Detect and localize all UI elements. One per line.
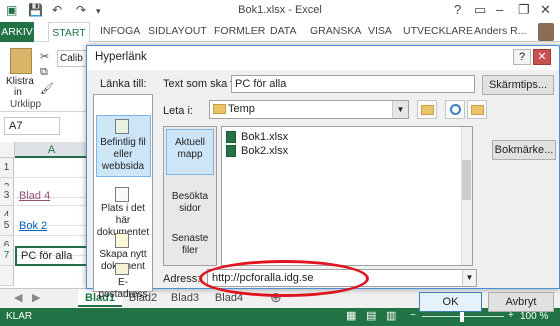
paste-label[interactable]: Klistra — [6, 76, 34, 87]
link-to-email[interactable]: E-postadress — [95, 277, 151, 301]
sheet-tab-blad3[interactable]: Blad3 — [164, 289, 206, 307]
tab-utvecklare[interactable]: UTVECKLARE — [403, 25, 473, 37]
look-in-value: Temp — [228, 103, 255, 115]
title-bar: ▣ 💾 ↶ ↷ ▾ Bok1.xlsx - Excel ? ▭ – ❐ ✕ — [0, 0, 560, 22]
zoom-out-icon[interactable]: − — [410, 310, 416, 321]
avatar[interactable] — [538, 23, 554, 41]
dialog-title: Hyperlänk — [95, 51, 147, 63]
dialog-title-bar: Hyperlänk ? ✕ — [87, 46, 559, 70]
link-to-label: Länka till: — [100, 78, 147, 90]
new-document-icon — [115, 233, 129, 248]
up-folder-icon[interactable] — [417, 100, 437, 119]
zoom-level[interactable]: 100 % — [520, 311, 548, 322]
restore-icon[interactable]: ❐ — [518, 2, 530, 18]
paste-icon[interactable] — [10, 48, 32, 74]
tab-infoga[interactable]: INFOGA — [100, 25, 140, 37]
name-box[interactable]: A7 — [4, 117, 60, 135]
tab-formler[interactable]: FORMLER — [214, 25, 265, 37]
address-label: Adress: — [163, 273, 201, 285]
bookmark-button[interactable]: Bokmärke... — [492, 140, 556, 160]
hyperlink-dialog: Hyperlänk ? ✕ Länka till: Befintlig fil … — [86, 45, 560, 312]
ok-button[interactable]: OK — [419, 292, 482, 312]
prev-sheet-icon[interactable]: ◀ — [14, 291, 22, 304]
web-page-icon — [115, 119, 129, 134]
tab-granska[interactable]: GRANSKA — [310, 25, 361, 37]
look-in-folders: Aktuell mapp Besökta sidor Senaste filer — [163, 126, 217, 266]
screentip-button[interactable]: Skärmtips... — [482, 75, 554, 95]
chevron-down-icon[interactable]: ▼ — [392, 101, 408, 118]
page-break-icon[interactable]: ▥ — [386, 309, 396, 322]
tab-start[interactable]: START — [48, 22, 90, 43]
cell-a5[interactable]: Bok 2 — [15, 216, 88, 236]
minimize-icon[interactable]: – — [496, 2, 503, 17]
close-icon[interactable]: ✕ — [540, 2, 551, 18]
user-name[interactable]: Anders R... — [474, 25, 527, 37]
recent-files-option[interactable]: Senaste filer — [165, 233, 215, 257]
cut-icon[interactable]: ✂ — [40, 50, 49, 63]
tab-visa[interactable]: VISA — [368, 25, 392, 37]
document-place-icon — [115, 187, 129, 202]
file-item[interactable]: Bok2.xlsx — [226, 144, 288, 158]
clipboard-group-label: Urklipp — [10, 99, 42, 110]
format-painter-icon[interactable]: 🖌 — [40, 82, 54, 95]
row-header[interactable]: 5 — [0, 216, 14, 236]
chevron-down-icon[interactable]: ▼ — [462, 270, 476, 286]
cancel-button[interactable]: Avbryt — [488, 292, 554, 312]
cell-a3[interactable]: Blad 4 — [15, 186, 88, 206]
dialog-close-button[interactable]: ✕ — [533, 49, 551, 65]
browse-file-icon[interactable] — [467, 100, 487, 119]
cell-a1[interactable] — [15, 158, 88, 178]
dialog-help-button[interactable]: ? — [513, 49, 531, 65]
folder-icon — [213, 104, 226, 114]
ribbon-options-icon[interactable]: ▭ — [474, 2, 486, 18]
normal-view-icon[interactable]: ▦ — [346, 309, 356, 322]
row-header[interactable]: 3 — [0, 186, 14, 206]
look-in-select[interactable]: Temp ▼ — [209, 100, 409, 119]
next-sheet-icon[interactable]: ▶ — [32, 291, 40, 304]
dialog-body: Länka till: Befintlig fil eller webbsida… — [87, 70, 559, 312]
look-in-label: Leta i: — [163, 105, 193, 117]
tab-sidlayout[interactable]: SIDLAYOUT — [148, 25, 207, 37]
file-item[interactable]: Bok1.xlsx — [226, 130, 288, 144]
column-header-a[interactable]: A — [15, 142, 88, 158]
status-ready: KLAR — [6, 311, 33, 322]
browsed-pages-option[interactable]: Besökta sidor — [165, 191, 215, 215]
row-header[interactable] — [0, 266, 14, 286]
current-folder-option[interactable]: Aktuell mapp — [165, 137, 215, 161]
link-to-list: Befintlig fil eller webbsida Plats i det… — [93, 94, 153, 300]
scrollbar-thumb[interactable] — [462, 160, 471, 200]
tab-arkiv[interactable]: ARKIV — [0, 22, 34, 42]
browse-web-icon[interactable] — [445, 100, 465, 119]
page-layout-icon[interactable]: ▤ — [366, 309, 376, 322]
link-to-existing-file[interactable]: Befintlig fil eller webbsida — [95, 137, 151, 173]
zoom-slider-thumb[interactable] — [460, 312, 464, 322]
cell-a7-active[interactable]: PC för alla — [15, 246, 88, 266]
select-all-corner[interactable] — [0, 142, 15, 158]
row-header[interactable]: 7 — [0, 246, 14, 266]
copy-icon[interactable]: ⧉ — [40, 66, 48, 79]
highlight-circle — [199, 260, 369, 297]
file-list: Bok1.xlsx Bok2.xlsx — [221, 126, 473, 266]
paste-label-2[interactable]: in — [14, 87, 22, 98]
help-icon[interactable]: ? — [454, 2, 461, 17]
row-header[interactable]: 1 — [0, 158, 14, 178]
tab-data[interactable]: DATA — [270, 25, 296, 37]
email-icon — [115, 263, 129, 275]
text-to-display-input[interactable]: PC för alla — [231, 75, 475, 93]
font-name-box[interactable]: Calib — [57, 50, 87, 67]
